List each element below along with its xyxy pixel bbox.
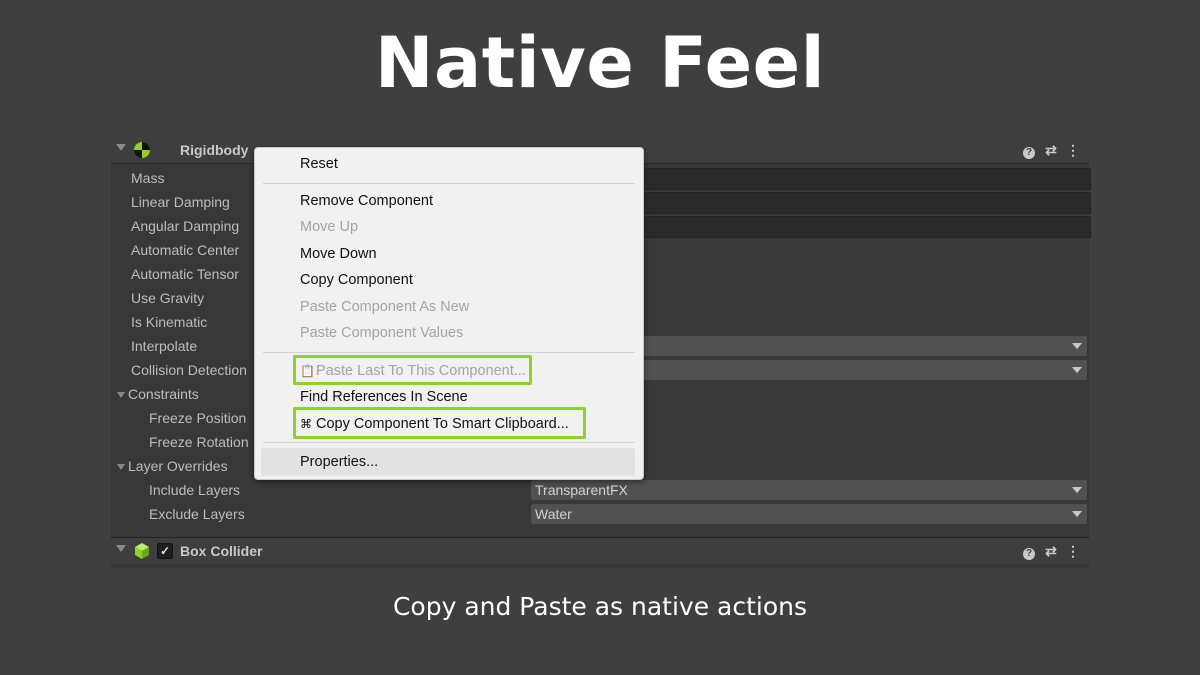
foldout-arrow-icon xyxy=(117,464,125,471)
box-collider-header[interactable]: ✓ Box Collider ? ⇄ ⋮ xyxy=(111,537,1089,564)
prop-include-layers: Include Layers xyxy=(149,482,241,498)
menu-item-reset[interactable]: Reset xyxy=(300,152,338,176)
caption: Copy and Paste as native actions xyxy=(392,592,808,621)
prop-layer-overrides[interactable]: Layer Overrides xyxy=(117,454,228,478)
menu-item-remove-component[interactable]: Remove Component xyxy=(300,189,433,213)
help-icon[interactable]: ? xyxy=(1021,542,1037,560)
prop-use-gravity: Use Gravity xyxy=(131,290,205,306)
headline: Native Feel xyxy=(374,22,826,104)
box-collider-icon xyxy=(135,543,149,559)
prop-is-kinematic: Is Kinematic xyxy=(131,314,208,330)
menu-item-paste-as-new: Paste Component As New xyxy=(300,299,470,315)
menu-item-paste-last: 📋Paste Last To This Component... xyxy=(300,359,526,383)
chevron-down-icon xyxy=(1072,487,1082,493)
presets-icon[interactable]: ⇄ xyxy=(1043,141,1059,159)
menu-item-move-up: Move Up xyxy=(300,219,359,235)
prop-constraints[interactable]: Constraints xyxy=(117,382,199,406)
prop-freeze-position: Freeze Position xyxy=(149,410,247,426)
chevron-down-icon xyxy=(1072,367,1082,373)
prop-mass: Mass xyxy=(131,170,165,186)
rigidbody-title: Rigidbody xyxy=(180,142,249,158)
foldout-arrow-icon[interactable] xyxy=(116,545,126,552)
foldout-arrow-icon xyxy=(117,392,125,399)
rigidbody-icon xyxy=(134,142,150,158)
menu-separator xyxy=(263,183,635,184)
prop-exclude-layers: Exclude Layers xyxy=(149,506,245,522)
menu-item-copy-component[interactable]: Copy Component xyxy=(300,268,413,292)
exclude-layers-dropdown[interactable]: Water xyxy=(531,504,1087,524)
prop-angular-damping: Angular Damping xyxy=(131,218,240,234)
more-options-icon[interactable]: ⋮ xyxy=(1065,141,1081,159)
menu-item-paste-values: Paste Component Values xyxy=(300,325,464,341)
chevron-down-icon xyxy=(1072,511,1082,517)
more-options-icon[interactable]: ⋮ xyxy=(1065,542,1081,560)
clipboard-icon: 📋 xyxy=(300,364,315,378)
command-icon: ⌘ xyxy=(300,417,312,431)
chevron-down-icon xyxy=(1072,343,1082,349)
context-menu: Reset Remove Component Move Up Move Down… xyxy=(254,147,644,480)
box-collider-enabled-checkbox[interactable]: ✓ xyxy=(157,543,173,559)
prop-collision-detection: Collision Detection xyxy=(131,362,247,378)
prop-freeze-rotation: Freeze Rotation xyxy=(149,434,249,450)
include-layers-dropdown[interactable]: TransparentFX xyxy=(531,480,1087,500)
prop-linear-damping: Linear Damping xyxy=(131,194,230,210)
menu-item-move-down[interactable]: Move Down xyxy=(300,242,377,266)
menu-item-copy-to-smart-clipboard[interactable]: ⌘ Copy Component To Smart Clipboard... xyxy=(300,412,569,436)
foldout-arrow-icon[interactable] xyxy=(116,144,126,151)
menu-separator xyxy=(263,442,635,443)
prop-automatic-center: Automatic Center xyxy=(131,242,240,258)
menu-item-find-references[interactable]: Find References In Scene xyxy=(300,385,468,409)
prop-interpolate: Interpolate xyxy=(131,338,198,354)
menu-separator xyxy=(263,352,635,353)
presets-icon[interactable]: ⇄ xyxy=(1043,542,1059,560)
menu-item-properties[interactable]: Properties... xyxy=(300,450,378,474)
box-collider-title: Box Collider xyxy=(180,543,263,559)
help-icon[interactable]: ? xyxy=(1021,141,1037,159)
prop-automatic-tensor: Automatic Tensor xyxy=(131,266,239,282)
